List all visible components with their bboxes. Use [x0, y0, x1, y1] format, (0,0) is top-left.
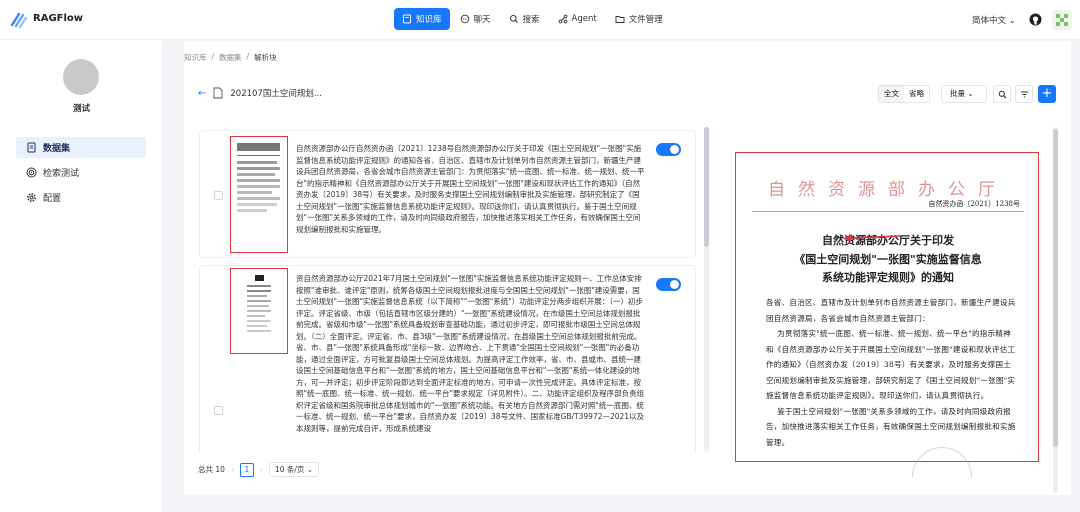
nav-chat[interactable]: 聊天 [452, 8, 499, 30]
chevron-down-icon: ⌄ [967, 89, 974, 98]
file-icon [213, 87, 223, 99]
nav-agent[interactable]: Agent [550, 8, 605, 30]
total-count: 总共 10 [198, 465, 225, 474]
chunk-thumbnail[interactable] [230, 268, 288, 354]
main-panel: 知识库 / 数据集 / 解析块 ← 202107国土空间规划... 全文 省略 批量… [184, 41, 1071, 495]
nav-search[interactable]: 搜索 [501, 8, 548, 30]
chunk-checkbox[interactable] [214, 406, 223, 415]
document-preview[interactable]: 自然资源部办公厅 自然资办函〔2021〕1238号 自然资源部办公厅关于印发 《… [711, 127, 1066, 493]
chunk-list-scrollbar[interactable] [704, 127, 709, 452]
chunk-enable-toggle[interactable] [656, 278, 681, 291]
preview-letterhead: 自然资源部办公厅 [768, 180, 1008, 200]
document-name: 202107国土空间规划... [230, 89, 322, 99]
document-header: ← 202107国土空间规划... [198, 87, 322, 100]
user-avatar[interactable] [1052, 10, 1072, 30]
search-button[interactable] [993, 85, 1011, 103]
main-nav: 知识库 聊天 搜索 Agent 文件管理 [394, 8, 671, 32]
chunk-card[interactable]: 自然资源部办公厅自然资办函〔2021〕1238号自然资源部办公厅关于印发《国土空… [199, 130, 696, 258]
agent-icon [558, 14, 567, 24]
page-size-label: 10 条/页 [274, 465, 305, 474]
page-number[interactable]: 1 [239, 462, 254, 477]
dataset-name: 测试 [72, 104, 90, 114]
sidebar-item-label: 数据集 [43, 144, 71, 154]
book-icon [403, 14, 411, 24]
back-arrow-icon[interactable]: ← [198, 88, 206, 99]
nav-knowledge-base[interactable]: 知识库 [394, 8, 450, 30]
nav-file-management[interactable]: 文件管理 [607, 8, 671, 30]
preview-divider [752, 211, 1024, 212]
breadcrumb-separator: / [246, 52, 250, 61]
search-icon [509, 15, 518, 23]
view-mode-toggle: 全文 省略 [878, 85, 930, 103]
chunk-text[interactable]: 资自然资源部办公厅2021年7月国土空间规划"一张图"实施监督信息系统功能评定规… [296, 273, 646, 434]
batch-select[interactable]: 批量 ⌄ [941, 85, 987, 103]
sidebar-item-dataset[interactable]: 数据集 [16, 137, 146, 158]
batch-label: 批量 [950, 89, 965, 98]
chat-icon [460, 14, 469, 24]
preview-page: 自然资源部办公厅 自然资办函〔2021〕1238号 自然资源部办公厅关于印发 《… [735, 152, 1039, 477]
seal-stamp-icon [912, 447, 972, 477]
preview-body: 各省、自治区、直辖市及计划单列市自然资源主管部门，新疆生产建设兵团自然资源局，各… [766, 295, 1016, 450]
scroll-thumb[interactable] [704, 127, 709, 247]
dataset-avatar [63, 59, 99, 95]
avatar-pattern-icon [1056, 14, 1068, 26]
chevron-down-icon: ⌄ [306, 465, 314, 474]
plus-icon: + [1041, 86, 1053, 101]
sidebar-item-config[interactable]: 配置 [16, 187, 146, 208]
ellipsis-option[interactable]: 省略 [904, 86, 929, 102]
nav-label: 搜索 [522, 15, 540, 25]
add-chunk-button[interactable]: + [1038, 85, 1056, 103]
breadcrumb-dataset[interactable]: 数据集 [219, 52, 242, 63]
chunk-text[interactable]: 自然资源部办公厅自然资办函〔2021〕1238号自然资源部办公厅关于印发《国土空… [296, 143, 646, 235]
dataset-icon [27, 142, 36, 153]
nav-label: 文件管理 [628, 15, 663, 25]
language-label: 简体中文 [972, 16, 1007, 26]
top-bar: RAGFlow 知识库 聊天 搜索 Agent 文件管理 简体中文 ⌄ [0, 0, 1080, 40]
page-thumbnail-image [237, 143, 280, 212]
nav-label: 知识库 [416, 15, 442, 25]
chunk-card[interactable]: 资自然资源部办公厅2021年7月国土空间规划"一张图"实施监督信息系统功能评定规… [199, 265, 696, 452]
pagination: 总共 10 ‹ 1 › 10 条/页 ⌄ [198, 462, 320, 477]
gear-icon [27, 193, 36, 202]
github-icon[interactable] [1029, 13, 1042, 26]
filter-icon [1020, 91, 1028, 97]
highlight-arrow-icon [843, 234, 901, 242]
sidebar-item-label: 配置 [43, 194, 62, 204]
sidebar: 测试 数据集 检索测试 配置 [0, 40, 163, 512]
prev-page-icon[interactable]: ‹ [231, 465, 234, 474]
breadcrumb-current: 解析块 [254, 53, 277, 62]
nav-label: 聊天 [473, 15, 491, 25]
sidebar-item-retrieval-test[interactable]: 检索测试 [16, 162, 146, 183]
preview-title-line: 系统功能评定规则》的通知 [822, 271, 954, 284]
preview-paragraph: 为贯彻落实"统一底图、统一标准、统一规划、统一平台"的指示精神和《自然资源部办公… [766, 329, 1016, 400]
preview-paragraph: 各省、自治区、直辖市及计划单列市自然资源主管部门，新疆生产建设兵团自然资源局，各… [766, 298, 1016, 323]
chunk-checkbox[interactable] [214, 191, 223, 200]
language-select[interactable]: 简体中文 ⌄ [972, 14, 1016, 26]
preview-doc-number: 自然资办函〔2021〕1238号 [928, 200, 1020, 208]
nav-label: Agent [571, 14, 597, 24]
search-icon [998, 90, 1006, 98]
ragflow-logo-icon [10, 12, 28, 29]
breadcrumb: 知识库 / 数据集 / 解析块 [184, 52, 277, 63]
breadcrumb-separator: / [211, 52, 215, 61]
breadcrumb-knowledge-base[interactable]: 知识库 [184, 52, 207, 63]
filter-button[interactable] [1015, 85, 1033, 103]
target-icon [26, 167, 37, 178]
next-page-icon[interactable]: › [260, 465, 263, 474]
sidebar-item-label: 检索测试 [43, 169, 80, 179]
preview-title-line: 《国土空间规划"一张图"实施监督信息 [794, 252, 982, 266]
chunk-enable-toggle[interactable] [656, 143, 681, 156]
scroll-thumb[interactable] [1053, 129, 1058, 447]
chunk-list: 自然资源部办公厅自然资办函〔2021〕1238号自然资源部办公厅关于印发《国土空… [199, 127, 704, 452]
preview-paragraph: 鉴于国土空间规划"一张图"关系多领域的工作，请及时向同级政府报告，加快推进落实相… [766, 406, 1016, 447]
brand-name: RAGFlow [33, 13, 84, 24]
full-text-option[interactable]: 全文 [879, 86, 904, 102]
page-size-select[interactable]: 10 条/页 ⌄ [268, 462, 320, 477]
preview-scrollbar[interactable] [1053, 127, 1058, 493]
page-thumbnail-image [247, 275, 271, 332]
folder-icon [615, 16, 625, 23]
chevron-down-icon: ⌄ [1008, 16, 1016, 26]
chunk-thumbnail[interactable] [230, 136, 288, 253]
